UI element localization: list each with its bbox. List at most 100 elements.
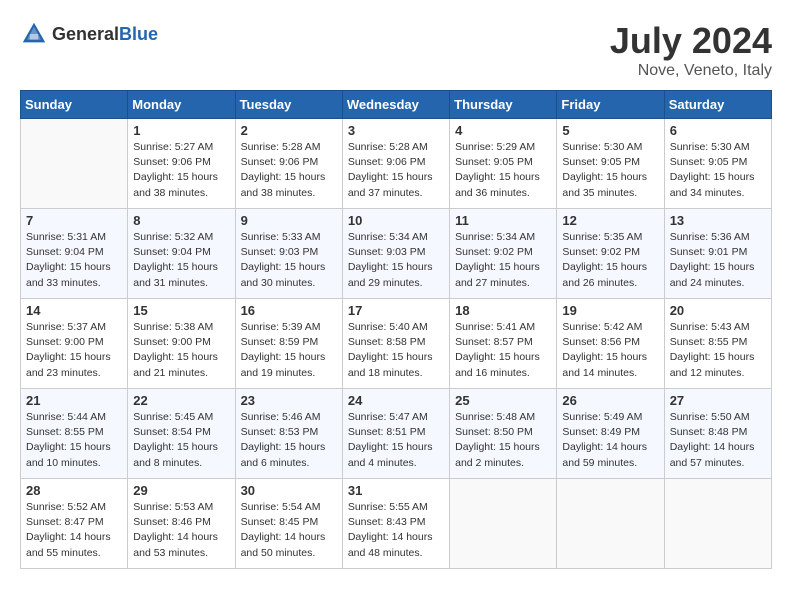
column-header-friday: Friday — [557, 91, 664, 119]
day-detail: Sunrise: 5:28 AMSunset: 9:06 PMDaylight:… — [348, 140, 444, 201]
daylight-text-line1: Daylight: 15 hours — [133, 170, 229, 185]
calendar-week-row: 14Sunrise: 5:37 AMSunset: 9:00 PMDayligh… — [21, 299, 772, 389]
calendar-cell: 22Sunrise: 5:45 AMSunset: 8:54 PMDayligh… — [128, 389, 235, 479]
day-number: 9 — [241, 213, 337, 228]
daylight-text-line2: and 19 minutes. — [241, 366, 337, 381]
day-detail: Sunrise: 5:28 AMSunset: 9:06 PMDaylight:… — [241, 140, 337, 201]
daylight-text-line2: and 12 minutes. — [670, 366, 766, 381]
sunrise-text: Sunrise: 5:34 AM — [348, 230, 444, 245]
day-detail: Sunrise: 5:47 AMSunset: 8:51 PMDaylight:… — [348, 410, 444, 471]
daylight-text-line1: Daylight: 15 hours — [670, 350, 766, 365]
sunset-text: Sunset: 8:55 PM — [670, 335, 766, 350]
daylight-text-line2: and 50 minutes. — [241, 546, 337, 561]
calendar-cell: 9 Sunrise: 5:33 AMSunset: 9:03 PMDaylight… — [235, 209, 342, 299]
day-detail: Sunrise: 5:27 AMSunset: 9:06 PMDaylight:… — [133, 140, 229, 201]
calendar-cell — [450, 479, 557, 569]
calendar-cell: 6Sunrise: 5:30 AMSunset: 9:05 PMDaylight… — [664, 119, 771, 209]
sunset-text: Sunset: 8:50 PM — [455, 425, 551, 440]
sunset-text: Sunset: 8:49 PM — [562, 425, 658, 440]
daylight-text-line1: Daylight: 15 hours — [562, 260, 658, 275]
daylight-text-line1: Daylight: 15 hours — [348, 440, 444, 455]
daylight-text-line2: and 59 minutes. — [562, 456, 658, 471]
sunset-text: Sunset: 9:06 PM — [133, 155, 229, 170]
day-detail: Sunrise: 5:33 AMSunset: 9:03 PMDaylight:… — [241, 230, 337, 291]
calendar-week-row: 7Sunrise: 5:31 AMSunset: 9:04 PMDaylight… — [21, 209, 772, 299]
sunset-text: Sunset: 9:04 PM — [26, 245, 122, 260]
day-number: 12 — [562, 213, 658, 228]
sunset-text: Sunset: 8:45 PM — [241, 515, 337, 530]
sunset-text: Sunset: 8:51 PM — [348, 425, 444, 440]
sunrise-text: Sunrise: 5:30 AM — [670, 140, 766, 155]
calendar-week-row: 21Sunrise: 5:44 AMSunset: 8:55 PMDayligh… — [21, 389, 772, 479]
daylight-text-line1: Daylight: 15 hours — [133, 440, 229, 455]
daylight-text-line1: Daylight: 15 hours — [241, 260, 337, 275]
day-number: 27 — [670, 393, 766, 408]
daylight-text-line1: Daylight: 14 hours — [670, 440, 766, 455]
calendar-cell: 2Sunrise: 5:28 AMSunset: 9:06 PMDaylight… — [235, 119, 342, 209]
sunset-text: Sunset: 8:47 PM — [26, 515, 122, 530]
calendar-cell — [21, 119, 128, 209]
sunset-text: Sunset: 9:06 PM — [348, 155, 444, 170]
daylight-text-line1: Daylight: 15 hours — [670, 260, 766, 275]
sunrise-text: Sunrise: 5:41 AM — [455, 320, 551, 335]
calendar-cell: 18Sunrise: 5:41 AMSunset: 8:57 PMDayligh… — [450, 299, 557, 389]
daylight-text-line1: Daylight: 15 hours — [26, 350, 122, 365]
daylight-text-line1: Daylight: 14 hours — [133, 530, 229, 545]
column-header-tuesday: Tuesday — [235, 91, 342, 119]
sunset-text: Sunset: 8:56 PM — [562, 335, 658, 350]
sunrise-text: Sunrise: 5:30 AM — [562, 140, 658, 155]
calendar-cell: 12 Sunrise: 5:35 AMSunset: 9:02 PMDayligh… — [557, 209, 664, 299]
title-block: July 2024 Nove, Veneto, Italy — [610, 20, 772, 80]
calendar-cell — [557, 479, 664, 569]
day-detail: Sunrise: 5:39 AMSunset: 8:59 PMDaylight:… — [241, 320, 337, 381]
sunrise-text: Sunrise: 5:33 AM — [241, 230, 337, 245]
sunrise-text: Sunrise: 5:47 AM — [348, 410, 444, 425]
daylight-text-line1: Daylight: 15 hours — [455, 170, 551, 185]
daylight-text-line2: and 4 minutes. — [348, 456, 444, 471]
sunset-text: Sunset: 9:06 PM — [241, 155, 337, 170]
daylight-text-line2: and 6 minutes. — [241, 456, 337, 471]
calendar-cell: 24Sunrise: 5:47 AMSunset: 8:51 PMDayligh… — [342, 389, 449, 479]
daylight-text-line2: and 23 minutes. — [26, 366, 122, 381]
sunset-text: Sunset: 9:02 PM — [562, 245, 658, 260]
daylight-text-line1: Daylight: 14 hours — [241, 530, 337, 545]
daylight-text-line2: and 36 minutes. — [455, 186, 551, 201]
day-detail: Sunrise: 5:32 AMSunset: 9:04 PMDaylight:… — [133, 230, 229, 291]
daylight-text-line1: Daylight: 15 hours — [348, 260, 444, 275]
day-number: 10 — [348, 213, 444, 228]
day-detail: Sunrise: 5:52 AMSunset: 8:47 PMDaylight:… — [26, 500, 122, 561]
calendar-cell: 20Sunrise: 5:43 AMSunset: 8:55 PMDayligh… — [664, 299, 771, 389]
day-number: 18 — [455, 303, 551, 318]
sunrise-text: Sunrise: 5:37 AM — [26, 320, 122, 335]
sunrise-text: Sunrise: 5:28 AM — [241, 140, 337, 155]
day-number: 13 — [670, 213, 766, 228]
daylight-text-line1: Daylight: 15 hours — [455, 440, 551, 455]
page-header: GeneralBlue July 2024 Nove, Veneto, Ital… — [20, 20, 772, 80]
daylight-text-line1: Daylight: 15 hours — [133, 260, 229, 275]
sunrise-text: Sunrise: 5:50 AM — [670, 410, 766, 425]
sunset-text: Sunset: 8:48 PM — [670, 425, 766, 440]
sunrise-text: Sunrise: 5:38 AM — [133, 320, 229, 335]
day-number: 11 — [455, 213, 551, 228]
daylight-text-line2: and 8 minutes. — [133, 456, 229, 471]
day-number: 19 — [562, 303, 658, 318]
day-detail: Sunrise: 5:54 AMSunset: 8:45 PMDaylight:… — [241, 500, 337, 561]
sunrise-text: Sunrise: 5:48 AM — [455, 410, 551, 425]
column-header-monday: Monday — [128, 91, 235, 119]
calendar-week-row: 1Sunrise: 5:27 AMSunset: 9:06 PMDaylight… — [21, 119, 772, 209]
daylight-text-line2: and 26 minutes. — [562, 276, 658, 291]
sunset-text: Sunset: 9:03 PM — [241, 245, 337, 260]
day-detail: Sunrise: 5:30 AMSunset: 9:05 PMDaylight:… — [562, 140, 658, 201]
daylight-text-line2: and 29 minutes. — [348, 276, 444, 291]
daylight-text-line2: and 37 minutes. — [348, 186, 444, 201]
calendar-cell: 26Sunrise: 5:49 AMSunset: 8:49 PMDayligh… — [557, 389, 664, 479]
daylight-text-line2: and 31 minutes. — [133, 276, 229, 291]
sunrise-text: Sunrise: 5:39 AM — [241, 320, 337, 335]
day-number: 7 — [26, 213, 122, 228]
daylight-text-line1: Daylight: 15 hours — [562, 350, 658, 365]
day-detail: Sunrise: 5:35 AMSunset: 9:02 PMDaylight:… — [562, 230, 658, 291]
day-detail: Sunrise: 5:29 AMSunset: 9:05 PMDaylight:… — [455, 140, 551, 201]
sunrise-text: Sunrise: 5:54 AM — [241, 500, 337, 515]
calendar-cell: 11Sunrise: 5:34 AMSunset: 9:02 PMDayligh… — [450, 209, 557, 299]
sunrise-text: Sunrise: 5:43 AM — [670, 320, 766, 335]
